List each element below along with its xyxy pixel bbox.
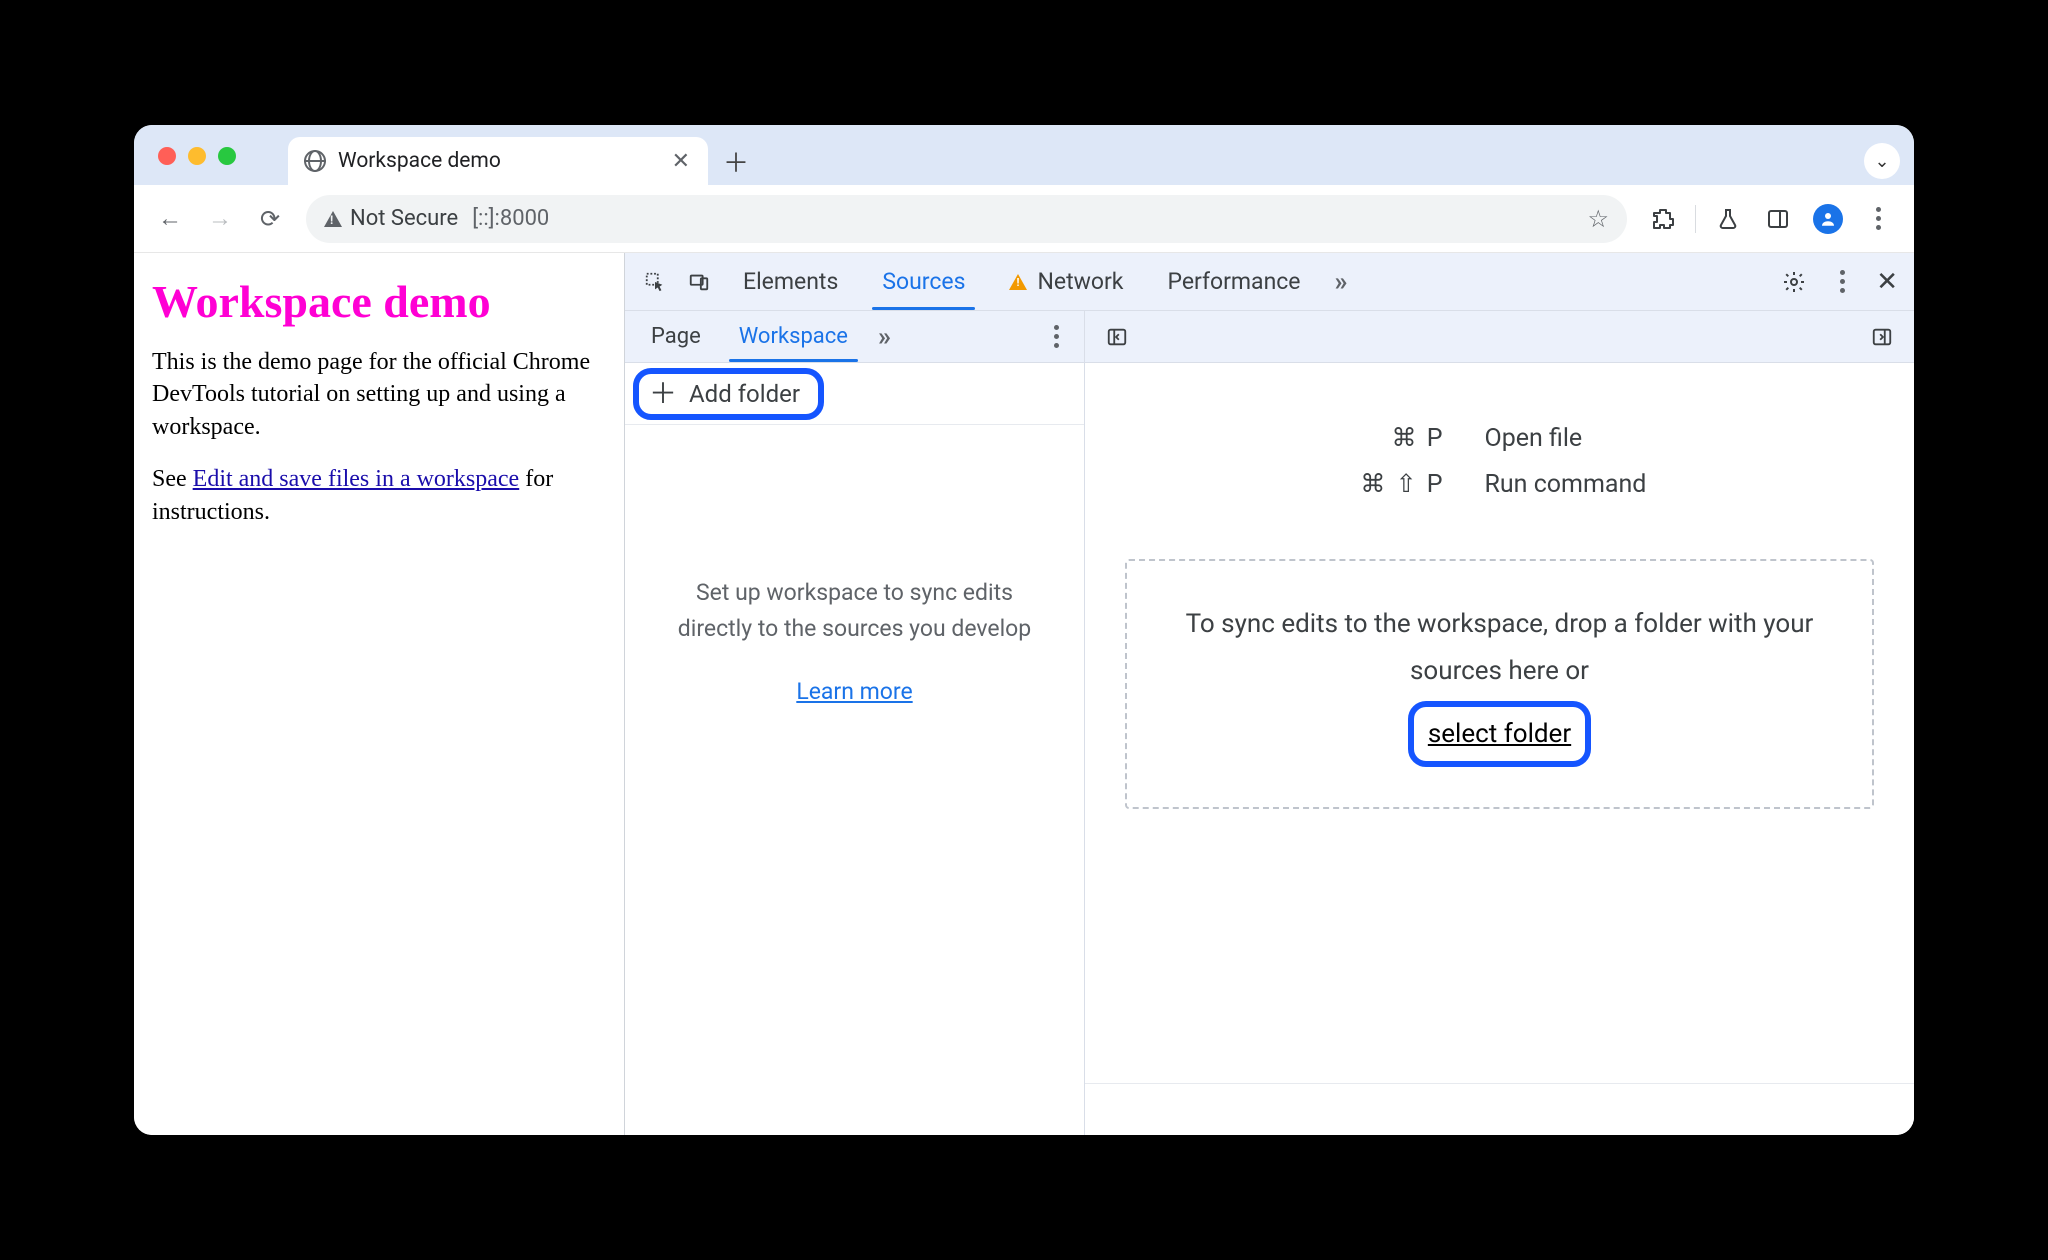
profile-button[interactable] bbox=[1806, 197, 1850, 241]
subtab-page[interactable]: Page bbox=[633, 311, 719, 362]
address-bar[interactable]: Not Secure [::]:8000 ☆ bbox=[306, 195, 1627, 243]
bookmark-star-icon[interactable]: ☆ bbox=[1587, 205, 1609, 233]
add-folder-button[interactable]: ＋ Add folder bbox=[633, 368, 824, 420]
security-status[interactable]: Not Secure bbox=[324, 206, 458, 231]
select-folder-button[interactable]: select folder bbox=[1408, 701, 1591, 768]
page-paragraph-1: This is the demo page for the official C… bbox=[152, 346, 606, 443]
tutorial-link[interactable]: Edit and save files in a workspace bbox=[193, 466, 520, 492]
toggle-debugger-button[interactable] bbox=[1862, 317, 1902, 357]
devtools-panel: Elements Sources Network Performance » bbox=[624, 253, 1914, 1135]
more-subtabs-button[interactable]: » bbox=[868, 322, 901, 352]
experiments-button[interactable] bbox=[1706, 197, 1750, 241]
tab-elements[interactable]: Elements bbox=[723, 253, 858, 310]
tab-title: Workspace demo bbox=[338, 149, 656, 173]
more-tabs-button[interactable]: » bbox=[1325, 267, 1358, 297]
toolbar-divider bbox=[1695, 205, 1696, 233]
devtools-tabbar: Elements Sources Network Performance » bbox=[625, 253, 1914, 311]
sources-navigator: Page Workspace » ＋ Add folder bbox=[625, 311, 1085, 1135]
forward-button[interactable]: → bbox=[198, 197, 242, 241]
maximize-window-button[interactable] bbox=[218, 147, 236, 165]
minimize-window-button[interactable] bbox=[188, 147, 206, 165]
workspace-helper-text: Set up workspace to sync edits directly … bbox=[625, 425, 1084, 1135]
add-folder-row: ＋ Add folder bbox=[625, 363, 1084, 425]
webpage-content: Workspace demo This is the demo page for… bbox=[134, 253, 624, 1135]
device-toolbar-button[interactable] bbox=[679, 262, 719, 302]
browser-tabstrip: Workspace demo ✕ ＋ ⌄ bbox=[134, 125, 1914, 185]
editor-toolbar bbox=[1085, 311, 1914, 363]
close-window-button[interactable] bbox=[158, 147, 176, 165]
sources-editor: ⌘ P Open file ⌘ ⇧ P Run command To sync … bbox=[1085, 311, 1914, 1135]
avatar-icon bbox=[1813, 204, 1843, 234]
globe-icon bbox=[304, 150, 326, 172]
security-label: Not Secure bbox=[350, 206, 458, 231]
browser-toolbar: ← → ⟳ Not Secure [::]:8000 ☆ bbox=[134, 185, 1914, 253]
workspace-dropzone[interactable]: To sync edits to the workspace, drop a f… bbox=[1125, 559, 1874, 809]
devtools-settings-button[interactable] bbox=[1774, 262, 1814, 302]
devtools-menu-button[interactable] bbox=[1822, 262, 1862, 302]
page-paragraph-2: See Edit and save files in a workspace f… bbox=[152, 463, 606, 528]
reload-button[interactable]: ⟳ bbox=[248, 197, 292, 241]
browser-window: Workspace demo ✕ ＋ ⌄ ← → ⟳ Not Secure [:… bbox=[134, 125, 1914, 1135]
warning-icon bbox=[1009, 274, 1027, 290]
warning-icon bbox=[324, 211, 342, 227]
content-area: Workspace demo This is the demo page for… bbox=[134, 253, 1914, 1135]
new-tab-button[interactable]: ＋ bbox=[716, 141, 756, 181]
page-heading: Workspace demo bbox=[152, 275, 606, 328]
navigator-menu-button[interactable] bbox=[1036, 317, 1076, 357]
devtools-body: Page Workspace » ＋ Add folder bbox=[625, 311, 1914, 1135]
toggle-navigator-button[interactable] bbox=[1097, 317, 1137, 357]
keyboard-hints: ⌘ P Open file ⌘ ⇧ P Run command bbox=[1085, 423, 1914, 499]
side-panel-button[interactable] bbox=[1756, 197, 1800, 241]
editor-footer bbox=[1085, 1083, 1914, 1135]
browser-tab[interactable]: Workspace demo ✕ bbox=[288, 137, 708, 185]
tabstrip-dropdown-button[interactable]: ⌄ bbox=[1864, 143, 1900, 179]
tab-network[interactable]: Network bbox=[989, 253, 1143, 310]
inspect-element-button[interactable] bbox=[635, 262, 675, 302]
window-controls bbox=[158, 147, 236, 165]
close-tab-button[interactable]: ✕ bbox=[668, 147, 694, 176]
close-devtools-button[interactable]: ✕ bbox=[1870, 267, 1904, 297]
url-text: [::]:8000 bbox=[472, 206, 549, 231]
editor-body: ⌘ P Open file ⌘ ⇧ P Run command To sync … bbox=[1085, 363, 1914, 1083]
learn-more-link[interactable]: Learn more bbox=[796, 674, 912, 710]
hint-open-file: ⌘ P Open file bbox=[1315, 423, 1685, 453]
extensions-button[interactable] bbox=[1641, 197, 1685, 241]
tab-performance[interactable]: Performance bbox=[1147, 253, 1320, 310]
back-button[interactable]: ← bbox=[148, 197, 192, 241]
tab-sources[interactable]: Sources bbox=[862, 253, 985, 310]
hint-run-command: ⌘ ⇧ P Run command bbox=[1315, 469, 1685, 499]
browser-menu-button[interactable] bbox=[1856, 197, 1900, 241]
navigator-tabs: Page Workspace » bbox=[625, 311, 1084, 363]
subtab-workspace[interactable]: Workspace bbox=[721, 311, 866, 362]
plus-icon: ＋ bbox=[649, 380, 677, 408]
